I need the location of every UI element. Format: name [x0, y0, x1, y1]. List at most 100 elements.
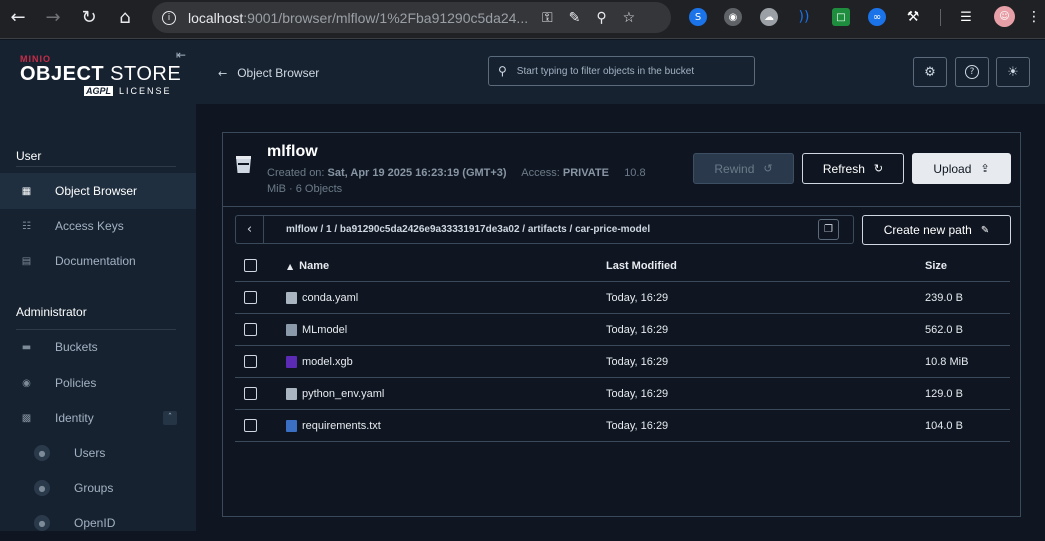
theme-toggle-button[interactable]: ☀ [996, 57, 1030, 87]
translate-icon[interactable]: ✎ [569, 10, 581, 26]
toolbar-divider [940, 9, 941, 26]
chevron-up-icon[interactable]: ˆ [163, 411, 177, 425]
sidebar-item-users[interactable]: ● Users [0, 435, 196, 471]
bookmark-star-icon[interactable]: ☆ [623, 10, 636, 26]
help-button[interactable]: ? [955, 57, 989, 87]
file-name[interactable]: python_env.yaml [302, 388, 384, 400]
yaml-file-icon [286, 388, 297, 400]
file-name[interactable]: model.xgb [302, 356, 353, 368]
back-arrow-icon: ← [218, 66, 228, 80]
help-icon: ? [965, 65, 979, 79]
table-row[interactable]: model.xgb Today, 16:29 10.8 MiB [235, 346, 1010, 378]
gear-icon: ⚙ [924, 64, 936, 80]
file-size: 10.8 MiB [925, 356, 969, 368]
zoom-icon[interactable]: ⚲ [596, 10, 606, 26]
filter-objects-field[interactable]: ⚲ [488, 56, 755, 86]
text-file-icon [286, 420, 297, 432]
select-all-checkbox[interactable] [244, 259, 257, 272]
profile-avatar[interactable]: ☺ [994, 6, 1015, 27]
minio-console: MINIO OBJECT STORE AGPL LICENSE ⇤ User ▦ … [0, 40, 1045, 531]
groups-icon: ● [34, 480, 50, 496]
url-text[interactable]: localhost:9001/browser/mlflow/1%2Fba9129… [188, 10, 528, 26]
forward-arrow-icon[interactable]: → [38, 2, 68, 32]
sidebar-item-access-keys[interactable]: ☷ Access Keys [0, 208, 196, 244]
sidebar-item-policies[interactable]: ◉ Policies [0, 365, 196, 401]
file-size: 104.0 B [925, 420, 963, 432]
key-icon[interactable]: ⚿ [542, 10, 553, 26]
column-name-header[interactable]: ▲ Name [287, 260, 329, 272]
new-folder-icon: ✎ [980, 224, 990, 236]
table-row[interactable]: conda.yaml Today, 16:29 239.0 B [235, 282, 1010, 314]
copy-path-icon[interactable]: ❐ [818, 219, 839, 240]
extension-globe-icon[interactable]: ◉ [724, 8, 742, 26]
collapse-sidebar-icon[interactable]: ⇤ [176, 48, 186, 62]
access-label: Access: [521, 167, 560, 179]
sidebar-item-documentation[interactable]: ▤ Documentation [0, 243, 196, 279]
file-name[interactable]: conda.yaml [302, 292, 358, 304]
yaml-file-icon [286, 292, 297, 304]
file-name[interactable]: requirements.txt [302, 420, 381, 432]
row-checkbox[interactable] [244, 419, 257, 432]
extensions-puzzle-icon[interactable]: ⚒ [904, 8, 922, 26]
breadcrumb-path[interactable]: mlflow / 1 / ba91290c5da2426e9a33331917d… [286, 224, 650, 235]
extension-wave-icon[interactable]: )) [795, 8, 813, 26]
column-size-header[interactable]: Size [925, 260, 947, 272]
sidebar-item-label: Groups [74, 481, 114, 495]
row-checkbox[interactable] [244, 291, 257, 304]
row-checkbox[interactable] [244, 355, 257, 368]
sidebar-item-label: Identity [55, 411, 94, 425]
admin-section-title: Administrator [16, 305, 87, 319]
sidebar-item-label: Buckets [55, 340, 98, 354]
row-checkbox[interactable] [244, 323, 257, 336]
chevron-left-icon[interactable]: ‹ [236, 216, 264, 243]
rewind-label: Rewind [714, 161, 755, 176]
browser-menu-icon[interactable]: ⋮ [1025, 8, 1043, 26]
media-queue-icon[interactable]: ☰ [957, 8, 975, 26]
home-icon[interactable]: ⌂ [110, 2, 140, 32]
minio-logo[interactable]: MINIO OBJECT STORE AGPL LICENSE [20, 54, 181, 96]
create-new-path-button[interactable]: Create new path ✎ [862, 215, 1011, 245]
policies-icon: ◉ [22, 377, 31, 389]
address-bar[interactable]: i localhost:9001/browser/mlflow/1%2Fba91… [152, 2, 671, 33]
sidebar-item-buckets[interactable]: ▬ Buckets [0, 329, 196, 365]
extension-cloud-icon[interactable]: ☁ [760, 8, 778, 26]
site-info-icon[interactable]: i [162, 10, 176, 25]
sidebar-item-label: Access Keys [55, 219, 124, 233]
file-icon [286, 324, 297, 336]
sidebar-item-object-browser[interactable]: ▦ Object Browser [0, 173, 196, 209]
settings-button[interactable]: ⚙ [913, 57, 947, 87]
table-row[interactable]: python_env.yaml Today, 16:29 129.0 B [235, 378, 1010, 410]
table-row[interactable]: MLmodel Today, 16:29 562.0 B [235, 314, 1010, 346]
sidebar-item-groups[interactable]: ● Groups [0, 470, 196, 506]
reload-icon[interactable]: ↻ [74, 2, 104, 32]
upload-button[interactable]: Upload ⇪ [912, 153, 1011, 184]
file-modified: Today, 16:29 [606, 356, 669, 368]
bucket-icon [236, 156, 251, 173]
upload-label: Upload [933, 161, 972, 176]
table-row[interactable]: requirements.txt Today, 16:29 104.0 B [235, 410, 1010, 442]
user-section-title: User [16, 149, 42, 163]
column-modified-header[interactable]: Last Modified [606, 260, 677, 272]
logo-license: AGPL LICENSE [84, 86, 172, 96]
file-modified: Today, 16:29 [606, 324, 669, 336]
sidebar-item-openid[interactable]: ● OpenID [0, 505, 196, 541]
bucket-panel: mlflow Created on: Sat, Apr 19 2025 16:2… [222, 132, 1021, 517]
extension-infinity-icon[interactable]: ∞ [868, 8, 886, 26]
extension-square-icon[interactable]: □ [832, 8, 850, 26]
file-size: 129.0 B [925, 388, 963, 400]
refresh-button[interactable]: Refresh ↻ [802, 153, 904, 184]
row-checkbox[interactable] [244, 387, 257, 400]
back-to-object-browser[interactable]: ← Object Browser [218, 66, 319, 80]
filter-input[interactable] [516, 65, 737, 77]
sidebar-item-label: OpenID [74, 516, 116, 530]
page-header: ← Object Browser ⚲ ⚙ ? ☀ [196, 40, 1045, 104]
breadcrumb: ‹ mlflow / 1 / ba91290c5da2426e9a3333191… [235, 215, 854, 244]
sidebar-item-label: Users [74, 446, 106, 460]
rewind-button[interactable]: Rewind ↺ [693, 153, 794, 184]
create-new-path-label: Create new path [883, 223, 972, 237]
file-name[interactable]: MLmodel [302, 324, 347, 336]
extension-1-icon[interactable]: S [689, 8, 707, 26]
access-keys-icon: ☷ [22, 220, 31, 232]
bucket-size: 10.8 [624, 167, 646, 179]
back-arrow-icon[interactable]: ← [3, 2, 33, 32]
